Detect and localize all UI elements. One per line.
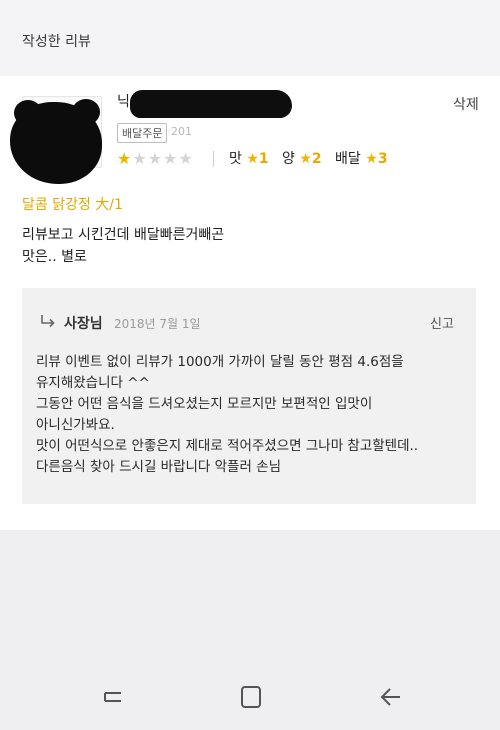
reviewer-name: 닉 <box>117 94 130 110</box>
avatar-redaction <box>10 102 102 184</box>
order-type-badge: 배달주문 <box>117 123 168 143</box>
name-redaction <box>130 90 292 118</box>
star-empty-icon: ★ <box>163 149 179 168</box>
home-icon[interactable] <box>238 684 264 710</box>
sub-ratings: 맛 ★1 양 ★2 배달 ★3 <box>229 148 388 168</box>
rating-divider <box>213 151 214 167</box>
page-title: 작성한 리뷰 <box>22 34 91 50</box>
reply-text-line: 아니신가봐요. <box>36 417 115 433</box>
star-icon: ★ <box>299 151 312 167</box>
reply-author: 사장님 <box>64 316 103 332</box>
star-icon: ★ <box>365 151 378 167</box>
top-bar: 작성한 리뷰 <box>0 0 500 76</box>
review-text-line: 리뷰보고 시킨건데 배달빠른거빼곤 <box>22 227 225 243</box>
reply-text-line: 유지해왔습니다 ^^ <box>36 375 150 391</box>
owner-reply: 사장님 2018년 7월 1일 신고 리뷰 이벤트 없이 리뷰가 1000개 가… <box>22 288 476 504</box>
taste-score: 1 <box>258 151 269 167</box>
reply-text-line: 리뷰 이벤트 없이 리뷰가 1000개 가까이 달릴 동안 평점 4.6점을 <box>36 354 404 370</box>
delivery-label: 배달 <box>335 151 361 167</box>
quantity-label: 양 <box>282 151 295 167</box>
overall-rating-stars: ★★★★★ <box>117 149 194 168</box>
star-empty-icon: ★ <box>132 149 148 168</box>
review-card: 닉 배달주문 201 삭제 ★★★★★ 맛 ★1 양 ★2 배달 ★3 달콤 닭… <box>0 76 500 530</box>
review-text: 리뷰보고 시킨건데 배달빠른거빼곤 맛은.. 별로 <box>22 224 224 268</box>
ordered-menu: 달콤 닭강정 大/1 <box>22 197 123 213</box>
review-date: 201 <box>171 125 192 138</box>
star-empty-icon: ★ <box>178 149 194 168</box>
system-nav-bar <box>0 664 500 730</box>
star-filled-icon: ★ <box>117 149 133 168</box>
recent-apps-icon[interactable] <box>100 684 126 710</box>
reply-text-line: 그동안 어떤 음식을 드셔오셨는지 모르지만 보편적인 입맛이 <box>36 396 373 412</box>
back-icon[interactable] <box>378 684 404 710</box>
delivery-score: 3 <box>377 151 388 167</box>
delete-button[interactable]: 삭제 <box>453 94 479 114</box>
reply-text-line: 다른음식 찾아 드시길 바랍니다 악플러 손님 <box>36 459 282 475</box>
reply-date: 2018년 7월 1일 <box>114 317 201 331</box>
reply-text-line: 맛이 어떤식으로 안좋은지 제대로 적어주셨으면 그나마 참고할텐데.. <box>36 438 419 454</box>
reply-text: 리뷰 이벤트 없이 리뷰가 1000개 가까이 달릴 동안 평점 4.6점을 유… <box>36 352 468 478</box>
quantity-score: 2 <box>311 151 322 167</box>
star-icon: ★ <box>246 151 259 167</box>
review-text-line: 맛은.. 별로 <box>22 249 87 265</box>
taste-label: 맛 <box>229 151 242 167</box>
reply-arrow-icon <box>41 315 55 328</box>
star-empty-icon: ★ <box>147 149 164 168</box>
report-button[interactable]: 신고 <box>430 313 454 332</box>
